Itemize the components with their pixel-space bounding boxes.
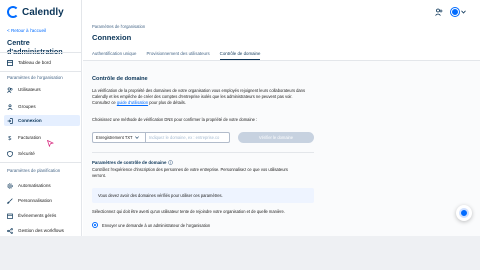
main-content: Paramètres de l'organisation Connexion A… [83,0,480,236]
info-icon[interactable] [168,160,174,165]
divider [0,162,82,163]
divider [0,52,82,53]
tab-sso[interactable]: Authentification unique [92,51,136,60]
user-guide-link[interactable]: guide d'utilisation [117,100,148,105]
topbar-actions [435,8,466,16]
domain-settings-heading-text: Paramètres de contrôle de domaine [92,160,167,165]
intro-text-line3: Consultez ce guide d'utilisation pour pl… [92,100,186,106]
sidebar-item-dashboard[interactable]: Tableau de bord [7,57,79,68]
divider [0,71,82,72]
sidebar-item-label: Tableau de bord [18,60,51,65]
sidebar-item-billing[interactable]: $ Facturation [7,132,79,143]
brush-icon [7,197,13,204]
chevron-down-icon [134,136,139,139]
settings-desc-line2: verront. [92,173,106,178]
chevron-down-icon [461,10,466,14]
sidebar-item-label: Sécurité [18,151,35,156]
sidebar-item-label: Utilisateurs [18,87,41,92]
mouse-cursor-icon [47,140,54,147]
tab-user-provisioning[interactable]: Provisionnement des utilisateurs [146,51,209,60]
page-title: Connexion [92,33,132,42]
groups-icon [7,103,13,110]
notify-prompt: Sélectionnez qui doit être averti qu'un … [92,209,285,214]
sidebar-item-label: Gestion des workflows [18,228,64,233]
sidebar: Calendly < Retour à l'accueil Centre d'a… [0,0,82,236]
tab-domain-control[interactable]: Contrôle de domaine [219,51,261,60]
add-user-icon[interactable] [435,8,443,16]
svg-text:$: $ [8,136,11,141]
admin-center-title: Centre d'administration [7,38,63,56]
users-icon [7,86,13,93]
verify-domain-button[interactable]: Vérifier le domaine [238,132,314,143]
settings-desc-line1: Contrôlez l'expérience d'inscription des… [92,167,288,172]
verified-domains-notice: Vous devez avoir des domaines vérifiés p… [92,188,314,203]
divider [92,152,314,153]
dns-method-select[interactable]: Enregistrement TXT [92,132,146,143]
calendly-logo[interactable]: Calendly [7,6,64,18]
radio-option-admin-request[interactable]: Envoyer une demande à un administrateur … [92,222,210,228]
help-button[interactable] [456,205,472,221]
sidebar-item-groups[interactable]: Groupes [7,101,79,112]
logo-text: Calendly [22,6,64,18]
calendly-logo-icon [7,6,19,18]
dns-method-value: Enregistrement TXT [96,135,133,140]
workflow-icon [7,227,13,234]
tab-bar: Authentification unique Provisionnement … [92,51,261,60]
section-label-planning: Paramètres de planification [7,168,61,173]
radio-button[interactable] [92,222,98,228]
sidebar-item-label: Facturation [18,135,41,140]
sidebar-item-label: Connexion [18,118,42,123]
breadcrumb[interactable]: Paramètres de l'organisation [92,24,145,29]
domain-settings-heading: Paramètres de contrôle de domaine [92,160,174,165]
dns-method-prompt: Choisissez une méthode de vérification D… [92,117,258,122]
avatar [451,8,459,16]
sidebar-item-label: Personnalisation [18,198,52,203]
app-window: Calendly < Retour à l'accueil Centre d'a… [0,0,480,236]
sidebar-item-label: Groupes [18,104,36,109]
intro-text: Consultez ce [92,100,116,105]
sidebar-item-label: Événements gérés [18,213,57,218]
intro-text: pour plus de détails. [149,100,186,105]
shield-icon [7,150,13,157]
back-to-home-link[interactable]: < Retour à l'accueil [7,28,46,33]
login-icon [7,117,13,124]
sidebar-item-label: Automatisations [18,183,51,188]
section-heading-domain-control: Contrôle de domaine [92,76,148,82]
section-label-org: Paramètres de l'organisation [7,75,63,80]
sidebar-item-login[interactable]: Connexion [4,115,80,126]
domain-input[interactable]: Indiquez le domaine, ex : entreprise.co [146,132,230,143]
sidebar-item-users[interactable]: Utilisateurs [7,84,79,95]
account-menu[interactable] [451,8,466,16]
calendar-icon [7,213,13,219]
help-icon [459,208,469,218]
automation-icon [7,182,13,189]
sidebar-item-managed-events[interactable]: Événements gérés [7,210,79,221]
sidebar-item-customization[interactable]: Personnalisation [7,195,79,206]
layout-icon [7,59,13,66]
radio-label: Envoyer une demande à un administrateur … [102,222,211,228]
sidebar-item-automations[interactable]: Automatisations [7,180,79,191]
sidebar-item-security[interactable]: Sécurité [7,148,79,159]
billing-icon: $ [7,135,13,141]
sidebar-item-workflows[interactable]: Gestion des workflows [7,225,79,236]
